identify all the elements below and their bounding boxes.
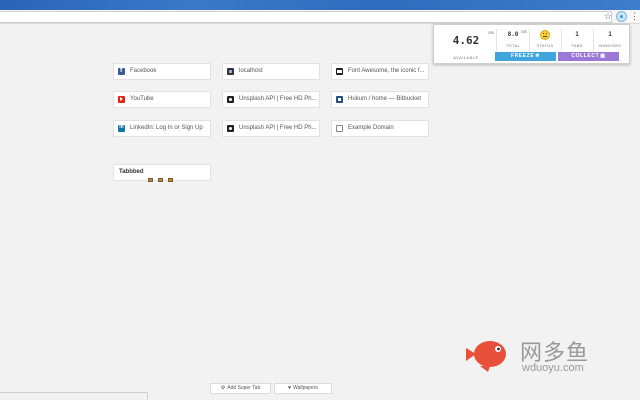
snowflake-icon: ❄ [535, 53, 541, 59]
total-unit: GB [521, 29, 527, 34]
heart-icon: ♥ [288, 385, 292, 391]
bitbucket-icon [336, 96, 343, 103]
add-super-tab-button[interactable]: ⚙ Add Super Tab [210, 383, 271, 394]
tabs-label: TABS [571, 43, 583, 48]
smiley-icon [540, 30, 550, 40]
browser-toolbar: ☆ ⋮ [0, 10, 640, 24]
tabs-stat: 1 TABS [562, 28, 592, 50]
shortcut-title: YouTube [130, 96, 154, 102]
gear-icon: ⚙ [220, 385, 226, 391]
shortcut-tile[interactable]: Unsplash API | Free HD Ph... [222, 91, 320, 108]
shortcut-title: Font Awesome, the iconic f... [348, 68, 425, 74]
windows-stat: 1 WINDOWS [595, 28, 625, 50]
collect-button[interactable]: COLLECT▦ [558, 52, 619, 61]
windows-value: 1 [608, 31, 612, 38]
windows-label: WINDOWS [598, 43, 622, 48]
available-memory-stat: 4.62 GB AVAILABLE [438, 28, 494, 62]
shortcut-title: LinkedIn: Log In or Sign Up [130, 125, 203, 131]
trash-icon: ▦ [600, 53, 606, 59]
available-label: AVAILABLE [453, 55, 479, 60]
tab-group-title: Tabbbed [119, 169, 144, 175]
localhost-icon [227, 68, 234, 75]
wallpapers-button[interactable]: ♥ Wallpapers [274, 383, 332, 394]
shortcut-tile[interactable]: Unsplash API | Free HD Ph... [222, 120, 320, 137]
status-label: STATUS [536, 43, 554, 48]
facebook-icon [118, 67, 125, 75]
shortcut-title: Hukum / home — Bitbucket [348, 96, 422, 102]
available-value: 4.62 [452, 34, 480, 47]
total-memory-stat: 8.0 GB TOTAL [498, 28, 528, 50]
shortcut-tile[interactable]: localhost [222, 63, 320, 80]
total-label: TOTAL [505, 43, 521, 48]
memory-stats-popup: 4.62 GB AVAILABLE 8.0 GB TOTAL STATUS 1 … [433, 24, 630, 64]
wallpapers-label: Wallpapers [293, 385, 318, 391]
shortcut-tile[interactable]: YouTube [113, 91, 211, 108]
linkedin-icon [118, 124, 125, 132]
status-stat: STATUS [530, 28, 560, 50]
shortcut-title: localhost [239, 68, 263, 74]
font-awesome-icon [336, 68, 343, 75]
shortcut-title: Facebook [130, 68, 157, 74]
bottom-left-divider [0, 392, 148, 400]
freeze-label: FREEZE [510, 53, 535, 59]
add-super-tab-label: Add Super Tab [227, 385, 261, 391]
browser-menu-icon[interactable]: ⋮ [630, 10, 639, 23]
fish-logo-icon [466, 341, 506, 372]
camera-icon [227, 125, 234, 132]
shortcut-tile[interactable]: LinkedIn: Log In or Sign Up [113, 120, 211, 137]
address-bar[interactable] [0, 11, 612, 23]
extension-icon[interactable] [616, 11, 627, 22]
browser-tab-strip [0, 0, 640, 10]
tab-favicon-icon[interactable] [168, 178, 173, 182]
tab-favicon-icon[interactable] [158, 178, 163, 182]
divider [593, 29, 594, 51]
shortcut-tile[interactable]: Font Awesome, the iconic f... [331, 63, 429, 80]
camera-icon [227, 96, 234, 103]
youtube-icon [118, 96, 125, 103]
shortcut-title: Unsplash API | Free HD Ph... [239, 125, 317, 131]
divider [496, 29, 497, 51]
tab-favicon-icon[interactable] [148, 178, 153, 182]
bookmark-star-icon[interactable]: ☆ [603, 10, 613, 23]
shortcut-tile[interactable]: Example Domain [331, 120, 429, 137]
tabs-value: 1 [575, 31, 579, 38]
shortcut-title: Unsplash API | Free HD Ph... [239, 96, 317, 102]
shortcut-tile[interactable]: Facebook [113, 63, 211, 80]
document-icon [336, 125, 343, 132]
shortcut-title: Example Domain [348, 125, 394, 131]
freeze-button[interactable]: FREEZE❄ [495, 52, 556, 61]
watermark-domain: wduoyu.com [522, 362, 584, 374]
collect-label: COLLECT [571, 53, 600, 59]
available-unit: GB [488, 30, 494, 35]
shortcut-tile[interactable]: Hukum / home — Bitbucket [331, 91, 429, 108]
